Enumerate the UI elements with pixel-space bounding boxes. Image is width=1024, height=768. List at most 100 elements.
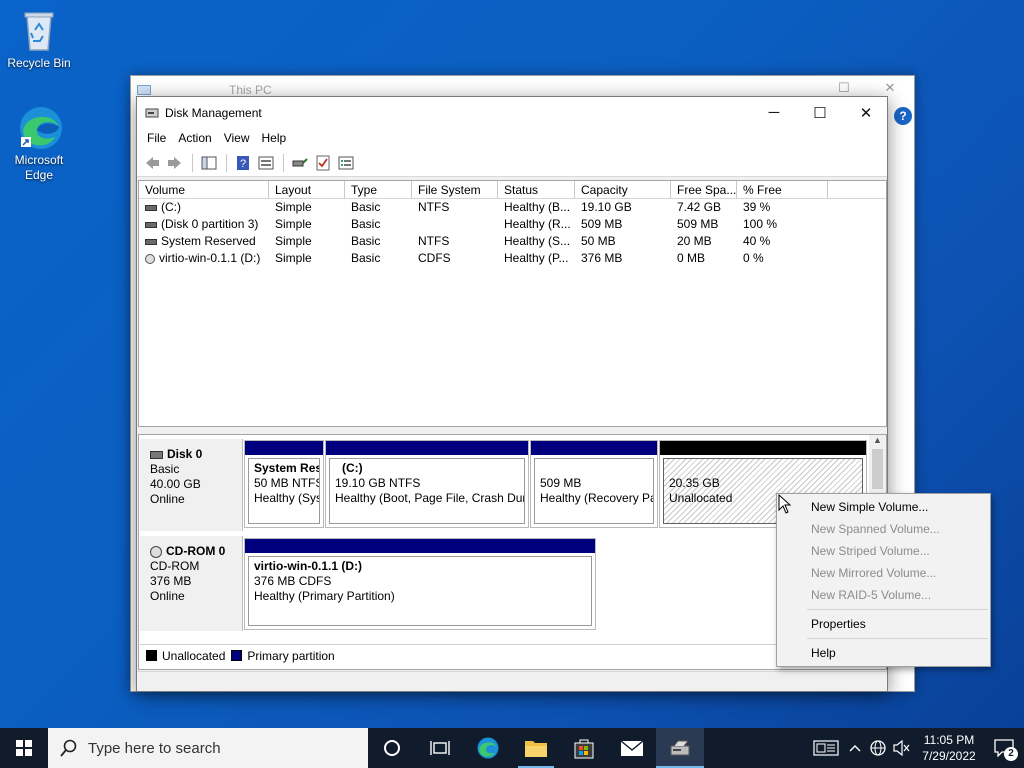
- unallocated-swatch: [146, 650, 157, 661]
- recycle-bin-desktop-icon[interactable]: Recycle Bin: [3, 8, 75, 71]
- disk-status: Online: [150, 589, 185, 603]
- keyboard-layout-button[interactable]: [808, 728, 844, 768]
- menu-file[interactable]: File: [141, 128, 172, 149]
- disk-name: Disk 0: [167, 447, 203, 461]
- cell-layout: Simple: [275, 251, 312, 265]
- menu-item-new-spanned-volume[interactable]: New Spanned Volume...: [777, 518, 990, 540]
- action-center-button[interactable]: 2: [984, 728, 1024, 768]
- folder-icon: [525, 741, 547, 757]
- properties-sheet-icon[interactable]: [255, 152, 277, 174]
- column-header-capacity[interactable]: Capacity: [575, 181, 671, 198]
- show-hidden-icons-button[interactable]: [844, 728, 866, 768]
- explorer-maximize-button[interactable]: ☐: [821, 80, 867, 96]
- recycle-bin-label: Recycle Bin: [7, 56, 71, 70]
- toolbar-separator: [283, 153, 284, 172]
- disk-icon: [150, 450, 163, 459]
- cell-filesystem: NTFS: [418, 200, 450, 214]
- disk-graphical-view[interactable]: Disk 0 Basic 40.00 GB Online System Res …: [138, 434, 887, 670]
- back-arrow-icon[interactable]: [141, 152, 163, 174]
- column-header-percent-free[interactable]: % Free: [737, 181, 828, 198]
- toolbar-separator: [226, 153, 227, 172]
- taskbar-mail-button[interactable]: [608, 728, 656, 768]
- menu-item-new-simple-volume[interactable]: New Simple Volume...: [777, 496, 990, 518]
- minimize-button[interactable]: ─: [751, 97, 797, 128]
- connect-disk-icon[interactable]: [289, 152, 311, 174]
- primary-partition-bar: [326, 441, 528, 455]
- clock-date: 7/29/2022: [922, 749, 976, 763]
- clock-time: 11:05 PM: [923, 733, 975, 747]
- column-header-volume[interactable]: Volume: [139, 181, 269, 198]
- volume-list-header: Volume Layout Type File System Status Ca…: [139, 181, 886, 199]
- taskbar-edge-button[interactable]: [464, 728, 512, 768]
- menu-item-properties[interactable]: Properties: [777, 613, 990, 635]
- table-row[interactable]: (Disk 0 partition 3) Simple Basic Health…: [139, 216, 886, 233]
- cdrom-0-label[interactable]: CD-ROM 0 CD-ROM 376 MB Online: [140, 536, 243, 631]
- cell-free-space: 20 MB: [677, 234, 712, 248]
- menu-item-help[interactable]: Help: [777, 642, 990, 664]
- notification-count: 2: [1004, 747, 1018, 761]
- computer-icon: [137, 85, 151, 95]
- cell-volume: (C:): [161, 200, 181, 214]
- partition-system-reserved[interactable]: System Res 50 MB NTFS Healthy (Sys: [244, 440, 324, 528]
- column-header-layout[interactable]: Layout: [269, 181, 345, 198]
- context-menu: New Simple Volume... New Spanned Volume.…: [776, 493, 991, 667]
- column-header-free-space[interactable]: Free Spa...: [671, 181, 737, 198]
- volume-icon: [145, 221, 157, 228]
- task-view-button[interactable]: [416, 728, 464, 768]
- chevron-up-icon: [849, 745, 861, 752]
- unallocated-bar: [660, 441, 866, 455]
- cell-volume: (Disk 0 partition 3): [161, 217, 259, 231]
- column-header-status[interactable]: Status: [498, 181, 575, 198]
- disk-size: 376 MB: [150, 574, 192, 588]
- scroll-up-arrow[interactable]: ▲: [869, 435, 886, 449]
- disk-status: Online: [150, 492, 185, 506]
- volume-list[interactable]: Volume Layout Type File System Status Ca…: [138, 180, 887, 427]
- menu-view[interactable]: View: [218, 128, 256, 149]
- taskbar: Type here to search 11:05 PM 7/29/2022 2: [0, 728, 1024, 768]
- cell-percent-free: 0 %: [743, 251, 764, 265]
- menu-item-new-raid5-volume[interactable]: New RAID-5 Volume...: [777, 584, 990, 606]
- menu-action[interactable]: Action: [172, 128, 217, 149]
- svg-text:?: ?: [240, 158, 246, 170]
- explorer-close-button[interactable]: ✕: [867, 80, 913, 96]
- column-header-filesystem[interactable]: File System: [412, 181, 498, 198]
- checklist-icon[interactable]: [312, 152, 334, 174]
- column-header-type[interactable]: Type: [345, 181, 412, 198]
- forward-arrow-icon[interactable]: [164, 152, 186, 174]
- taskbar-disk-management-button[interactable]: [656, 728, 704, 768]
- show-hide-tree-icon[interactable]: [198, 152, 220, 174]
- edge-desktop-icon[interactable]: Microsoft Edge: [3, 105, 75, 183]
- menu-help[interactable]: Help: [256, 128, 293, 149]
- scroll-thumb[interactable]: [872, 449, 883, 489]
- taskbar-search-box[interactable]: Type here to search: [48, 728, 368, 768]
- menu-item-new-mirrored-volume[interactable]: New Mirrored Volume...: [777, 562, 990, 584]
- windows-logo-icon: [16, 740, 32, 756]
- table-row[interactable]: System Reserved Simple Basic NTFS Health…: [139, 233, 886, 250]
- table-row[interactable]: virtio-win-0.1.1 (D:) Simple Basic CDFS …: [139, 250, 886, 267]
- clock[interactable]: 11:05 PM 7/29/2022: [914, 732, 984, 764]
- cortana-circle-icon: [384, 740, 400, 756]
- partition-c-drive[interactable]: (C:) 19.10 GB NTFS Healthy (Boot, Page F…: [325, 440, 529, 528]
- maximize-button[interactable]: ☐: [797, 97, 843, 128]
- table-row[interactable]: (C:) Simple Basic NTFS Healthy (B... 19.…: [139, 199, 886, 216]
- network-button[interactable]: [866, 728, 890, 768]
- partition-status: Healthy (Primary Partition): [254, 589, 395, 603]
- start-button[interactable]: [0, 728, 48, 768]
- primary-partition-bar: [245, 441, 323, 455]
- help-icon[interactable]: ?: [894, 107, 912, 125]
- partition-d-drive[interactable]: virtio-win-0.1.1 (D:) 376 MB CDFS Health…: [244, 538, 596, 630]
- partition-recovery[interactable]: 509 MB Healthy (Recovery Pa: [530, 440, 658, 528]
- cortana-button[interactable]: [368, 728, 416, 768]
- taskbar-file-explorer-button[interactable]: [512, 728, 560, 768]
- menu-item-new-striped-volume[interactable]: New Striped Volume...: [777, 540, 990, 562]
- explorer-title: This PC: [229, 83, 272, 97]
- help-book-icon[interactable]: ?: [232, 152, 254, 174]
- disk-0-label[interactable]: Disk 0 Basic 40.00 GB Online: [140, 439, 243, 531]
- close-button[interactable]: ✕: [843, 97, 889, 128]
- list-view-icon[interactable]: [335, 152, 357, 174]
- cd-drive-icon: [150, 545, 162, 558]
- taskbar-store-button[interactable]: [560, 728, 608, 768]
- partition-size: 509 MB: [540, 476, 582, 490]
- volume-button[interactable]: [890, 728, 914, 768]
- task-view-icon: [430, 741, 450, 755]
